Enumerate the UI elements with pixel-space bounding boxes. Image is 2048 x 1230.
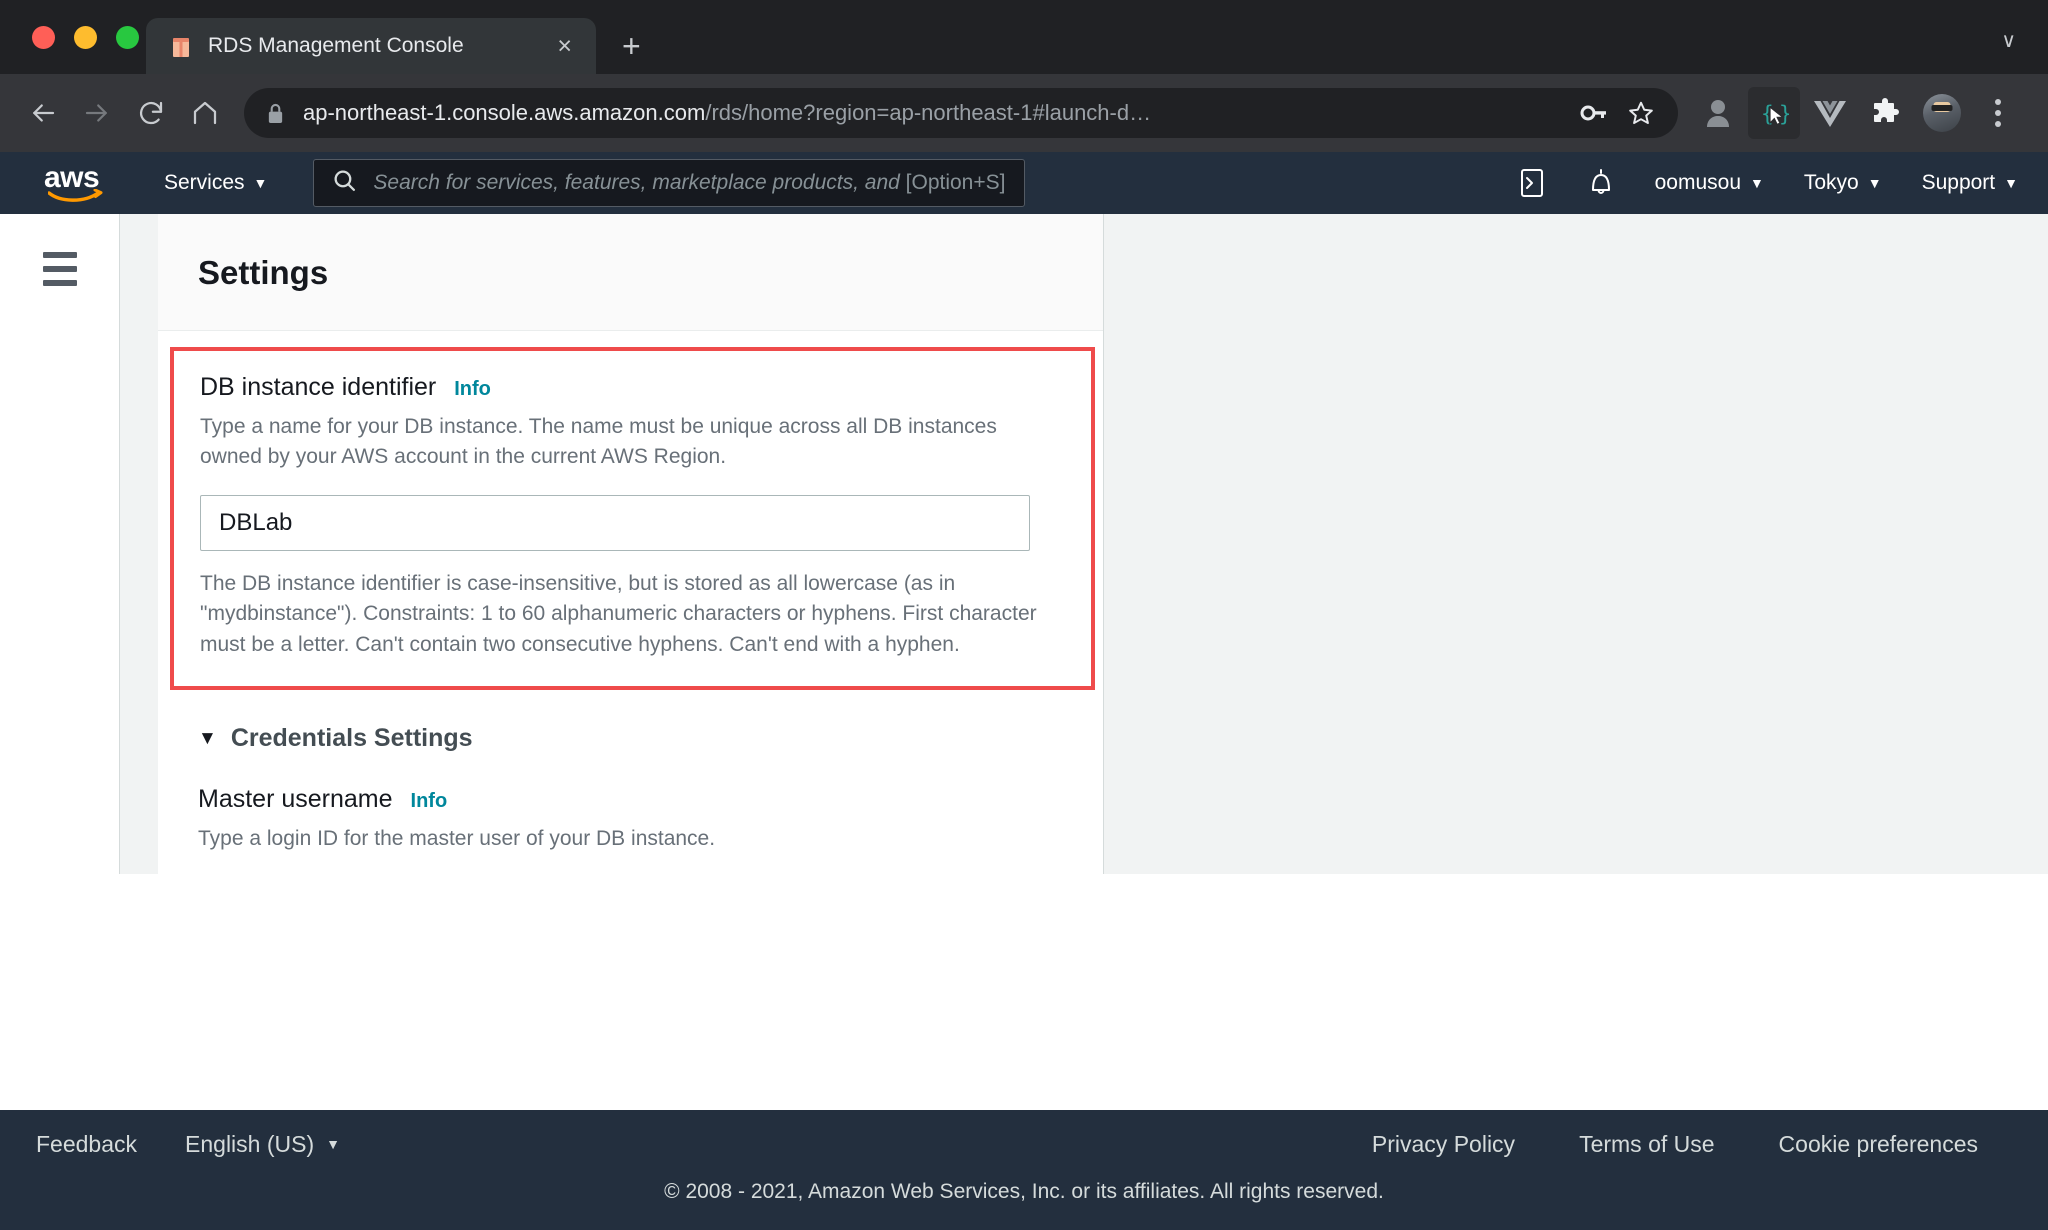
services-menu[interactable]: Services ▼ xyxy=(164,171,267,195)
extension-toolbar: {} xyxy=(1692,87,2024,139)
copyright-text: © 2008 - 2021, Amazon Web Services, Inc.… xyxy=(664,1180,1384,1203)
aws-logo[interactable]: aws xyxy=(44,163,112,203)
browser-toolbar: ap-northeast-1.console.aws.amazon.com/rd… xyxy=(0,74,2048,152)
db-identifier-description: Type a name for your DB instance. The na… xyxy=(200,415,997,469)
hamburger-menu-icon[interactable] xyxy=(42,252,77,874)
credentials-settings-title: Credentials Settings xyxy=(230,724,473,753)
cookie-preferences-link[interactable]: Cookie preferences xyxy=(1779,1131,1978,1158)
services-label: Services xyxy=(164,171,245,194)
region-menu[interactable]: Tokyo ▼ xyxy=(1804,171,1882,195)
home-icon[interactable] xyxy=(178,86,232,140)
url-path: /rds/home?region=ap-northeast-1#launch-d… xyxy=(705,100,1152,125)
search-shortcut-hint: [Option+S] xyxy=(905,171,1006,194)
aws-smile-icon xyxy=(48,189,103,202)
db-identifier-label: DB instance identifier xyxy=(200,373,437,401)
privacy-policy-link[interactable]: Privacy Policy xyxy=(1372,1131,1515,1158)
rail-gap xyxy=(120,214,158,874)
notifications-bell-icon[interactable] xyxy=(1587,167,1615,199)
feedback-link[interactable]: Feedback xyxy=(36,1131,137,1158)
language-label: English (US) xyxy=(185,1130,315,1157)
tab-title: RDS Management Console xyxy=(208,34,464,57)
chevron-down-icon: ▼ xyxy=(1867,175,1882,191)
info-link[interactable]: Info xyxy=(454,378,491,401)
window-traffic-lights xyxy=(32,26,139,49)
address-bar[interactable]: ap-northeast-1.console.aws.amazon.com/rd… xyxy=(244,88,1678,138)
url-host: ap-northeast-1.console.aws.amazon.com xyxy=(303,100,706,125)
settings-panel: Settings DB instance identifier Info Typ… xyxy=(158,214,1104,874)
db-instance-identifier-highlight: DB instance identifier Info Type a name … xyxy=(170,347,1095,691)
puzzle-extensions-icon[interactable] xyxy=(1860,87,1912,139)
vue-devtools-ext-icon[interactable] xyxy=(1804,87,1856,139)
credentials-settings-header[interactable]: ▼ Credentials Settings xyxy=(158,690,1103,753)
support-label: Support xyxy=(1921,171,1996,194)
terms-of-use-link[interactable]: Terms of Use xyxy=(1579,1131,1714,1158)
chrome-menu-icon[interactable] xyxy=(1972,87,2024,139)
chevron-down-icon: ▼ xyxy=(253,175,268,191)
close-icon[interactable]: × xyxy=(549,33,580,59)
cursor-selector-ext-icon[interactable]: {} xyxy=(1748,87,1800,139)
minimize-window-button[interactable] xyxy=(74,26,97,49)
aws-nav-right: oomusou ▼ Tokyo ▼ Support ▼ xyxy=(1517,167,2018,199)
chevron-down-icon: ▼ xyxy=(1750,175,1764,191)
master-username-description: Type a login ID for the master user of y… xyxy=(198,827,716,851)
console-body: Settings DB instance identifier Info Typ… xyxy=(0,214,2048,874)
db-identifier-hint: The DB instance identifier is case-insen… xyxy=(200,571,1037,656)
aws-global-nav: aws Services ▼ Search for services, feat… xyxy=(0,152,2048,214)
master-username-field: Master username Info Type a login ID for… xyxy=(158,753,1103,874)
browser-tab[interactable]: RDS Management Console × xyxy=(146,18,596,74)
master-username-label: Master username xyxy=(198,785,393,814)
footer-links-row: Feedback English (US) ▼ Privacy Policy T… xyxy=(0,1110,2048,1178)
forward-icon[interactable] xyxy=(70,86,124,140)
chevron-down-icon: ▼ xyxy=(198,727,217,749)
settings-header: Settings xyxy=(158,214,1103,331)
address-bar-text: ap-northeast-1.console.aws.amazon.com/rd… xyxy=(303,100,1570,126)
footer-right-links: Privacy Policy Terms of Use Cookie prefe… xyxy=(1372,1131,1978,1158)
account-label: oomusou xyxy=(1654,171,1741,194)
info-link[interactable]: Info xyxy=(411,790,448,813)
chevron-down-icon[interactable]: ∨ xyxy=(2001,28,2016,53)
footer-left-links: Feedback English (US) ▼ xyxy=(36,1131,340,1158)
account-menu[interactable]: oomusou ▼ xyxy=(1655,171,1764,195)
browser-window: RDS Management Console × + ∨ ap-northeas… xyxy=(0,0,2048,1230)
page-right-filler xyxy=(1103,214,2048,874)
console-footer: Feedback English (US) ▼ Privacy Policy T… xyxy=(0,1110,2048,1230)
account-avatar[interactable] xyxy=(1916,87,1968,139)
chevron-down-icon: ▼ xyxy=(326,1136,340,1152)
db-identifier-input[interactable]: DBLab xyxy=(200,494,1030,551)
reload-icon[interactable] xyxy=(124,86,178,140)
search-icon xyxy=(332,168,357,198)
search-input[interactable]: Search for services, features, marketpla… xyxy=(313,159,1026,207)
left-rail xyxy=(0,214,120,874)
region-label: Tokyo xyxy=(1803,171,1859,194)
user-profile-ext-icon[interactable] xyxy=(1692,87,1744,139)
page-title: Settings xyxy=(198,254,329,291)
password-key-icon[interactable] xyxy=(1570,102,1618,124)
bookmark-star-icon[interactable] xyxy=(1618,100,1664,126)
lock-icon xyxy=(266,102,285,125)
search-placeholder: Search for services, features, marketpla… xyxy=(373,171,1005,195)
package-icon xyxy=(168,33,194,59)
chevron-down-icon: ▼ xyxy=(2004,175,2018,191)
master-username-label-row: Master username Info xyxy=(198,785,1063,814)
cloudshell-icon[interactable] xyxy=(1517,167,1547,199)
back-icon[interactable] xyxy=(16,86,70,140)
support-menu[interactable]: Support ▼ xyxy=(1922,171,2018,195)
close-window-button[interactable] xyxy=(32,26,55,49)
db-identifier-label-row: DB instance identifier Info xyxy=(200,373,1065,402)
search-placeholder-text: Search for services, features, marketpla… xyxy=(373,171,900,194)
browser-tabstrip: RDS Management Console × + ∨ xyxy=(0,0,2048,74)
maximize-window-button[interactable] xyxy=(116,26,139,49)
new-tab-button[interactable]: + xyxy=(622,30,641,62)
svg-text:}: } xyxy=(1779,102,1789,126)
language-selector[interactable]: English (US) ▼ xyxy=(185,1131,340,1158)
